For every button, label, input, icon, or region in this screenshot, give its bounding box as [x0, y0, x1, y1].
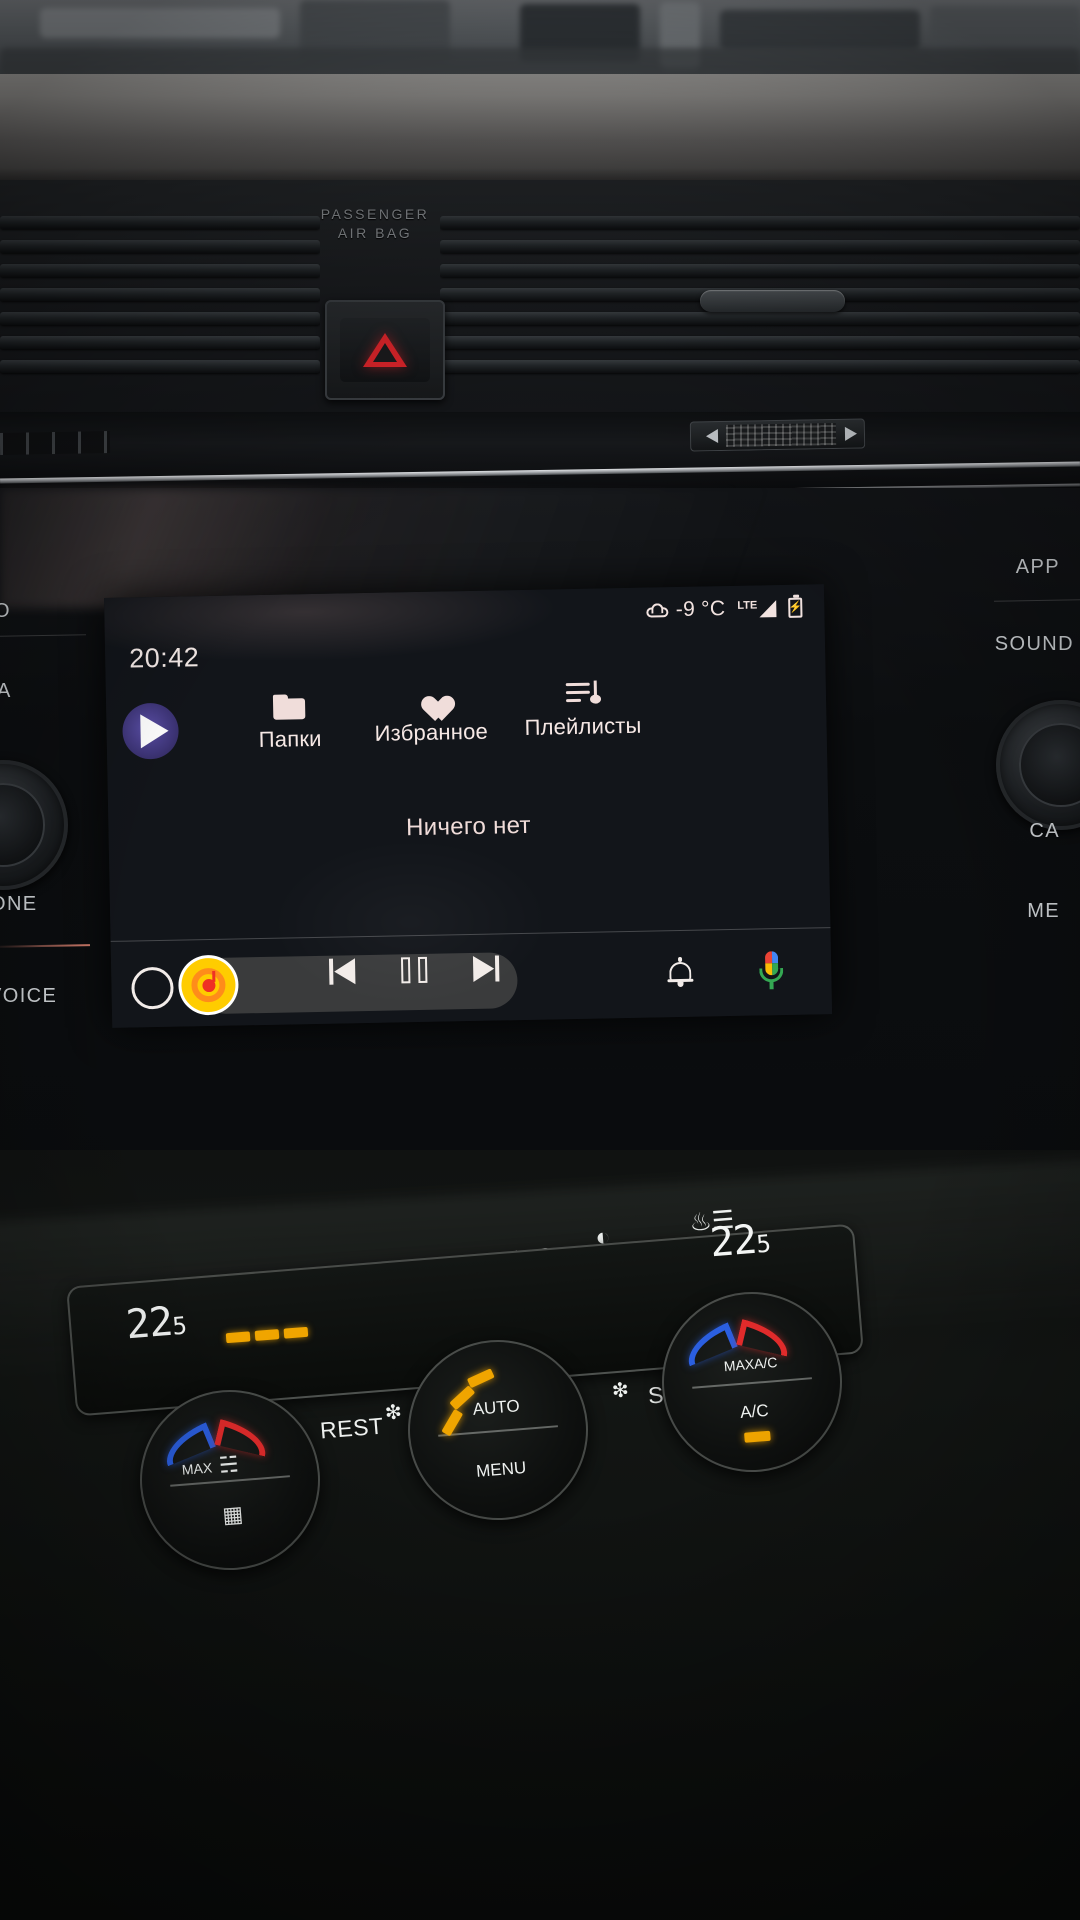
- warning-triangle-icon: [363, 333, 407, 367]
- outside-temperature: -9 °C: [675, 597, 726, 622]
- music-note-icon: [201, 978, 216, 992]
- hardkey-car[interactable]: CA: [1029, 820, 1060, 843]
- hardkey-radio[interactable]: O: [0, 600, 11, 623]
- fan-icon-left: ❇: [384, 1401, 404, 1425]
- airbag-label-line1: PASSENGER: [320, 206, 430, 222]
- hardkey-voice[interactable]: VOICE: [0, 985, 57, 1008]
- seat-heat-bar: [254, 1329, 280, 1341]
- rear-defrost-icon[interactable]: ▦: [144, 1495, 322, 1535]
- media-tab-row: Папки Избранное Плейлисты: [106, 668, 828, 778]
- pause-button[interactable]: [387, 944, 442, 997]
- network-type-label: LTE: [737, 599, 758, 612]
- previous-track-icon: [328, 958, 356, 985]
- play-triangle-icon: [139, 713, 169, 749]
- tab-favorites-label: Избранное: [374, 718, 489, 746]
- seat-heat-bar: [283, 1326, 309, 1339]
- passenger-airbag-label: PASSENGER AIR BAG: [300, 205, 450, 243]
- heart-icon: [415, 685, 446, 713]
- infotainment-display[interactable]: -9 °C LTE ⚡ 20:42 Папки Избранное Плейли…: [104, 584, 833, 1028]
- android-auto-media-app-icon[interactable]: [122, 702, 180, 760]
- pause-icon: [400, 956, 428, 984]
- warm-arc-indicator-right: [736, 1319, 793, 1357]
- vent-thumbwheel[interactable]: [689, 418, 866, 452]
- temperature-right: 225: [708, 1216, 771, 1267]
- yandex-music-ring: [191, 967, 226, 1003]
- center-dial-divider: [438, 1425, 558, 1437]
- thumbwheel-left-arrow-icon: [705, 429, 719, 444]
- thumbwheel-knurl: [725, 422, 837, 447]
- clock: 20:42: [128, 642, 200, 674]
- playback-controls-pill: [180, 952, 518, 1015]
- menu-label: MENU: [475, 1457, 527, 1481]
- vent-slats-left: [0, 216, 320, 386]
- max-ac-label[interactable]: MAXA/C: [662, 1349, 839, 1379]
- hardkey-app[interactable]: APP: [1016, 556, 1060, 579]
- seat-heat-bar: [225, 1331, 251, 1344]
- tab-playlists-label: Плейлисты: [524, 712, 642, 740]
- yandex-music-icon[interactable]: [180, 957, 236, 1013]
- hardkey-phone[interactable]: ONE: [0, 893, 38, 916]
- hardkey-menu[interactable]: ME: [1027, 900, 1060, 923]
- home-circle-icon[interactable]: [131, 966, 174, 1010]
- windshield-view: [0, 0, 1080, 80]
- hazard-lights-button[interactable]: [340, 318, 430, 382]
- tab-folders[interactable]: Папки: [258, 694, 322, 753]
- hardkey-media[interactable]: IA: [0, 680, 12, 703]
- fan-icon-right: ❇: [611, 1379, 631, 1403]
- battery-charging-icon: ⚡: [788, 597, 803, 618]
- tab-playlists[interactable]: Плейлисты: [524, 680, 642, 741]
- rest-label[interactable]: REST: [319, 1412, 385, 1444]
- folder-icon: [273, 694, 305, 720]
- trim-notches: [0, 431, 111, 455]
- airbag-label-line2: AIR BAG: [337, 225, 413, 241]
- temperature-left: 225: [124, 1298, 187, 1349]
- assistant-button[interactable]: [757, 951, 794, 996]
- right-dial-divider: [692, 1377, 812, 1389]
- cloud-icon: [646, 603, 669, 618]
- tab-folders-label: Папки: [258, 725, 322, 753]
- temperature-left-value: 22: [124, 1298, 174, 1349]
- fan-level-segment: [466, 1368, 495, 1389]
- hazard-button-housing: [325, 300, 445, 400]
- previous-track-button[interactable]: [315, 945, 370, 998]
- notifications-button[interactable]: [667, 956, 702, 996]
- weather-status: -9 °C: [646, 597, 726, 623]
- hardkey-sound[interactable]: SOUND: [995, 633, 1074, 656]
- dashboard-top-pad: [0, 74, 1080, 194]
- vent-direction-handle[interactable]: [700, 290, 845, 312]
- ac-active-indicator: [744, 1430, 771, 1443]
- queue-music-icon: [565, 680, 601, 708]
- signal-bars-icon: [759, 600, 777, 618]
- temperature-right-decimal: 5: [755, 1229, 772, 1259]
- media-control-bar: [111, 928, 833, 1028]
- temperature-left-decimal: 5: [171, 1311, 188, 1341]
- ac-label[interactable]: A/C: [666, 1395, 843, 1429]
- thumbwheel-right-arrow-icon: [844, 426, 858, 441]
- tab-favorites[interactable]: Избранное: [374, 685, 488, 747]
- next-track-icon: [472, 955, 500, 982]
- network-status: LTE: [737, 599, 777, 618]
- next-track-button[interactable]: [459, 942, 514, 995]
- temperature-right-value: 22: [708, 1216, 758, 1267]
- auto-label: AUTO: [472, 1396, 521, 1419]
